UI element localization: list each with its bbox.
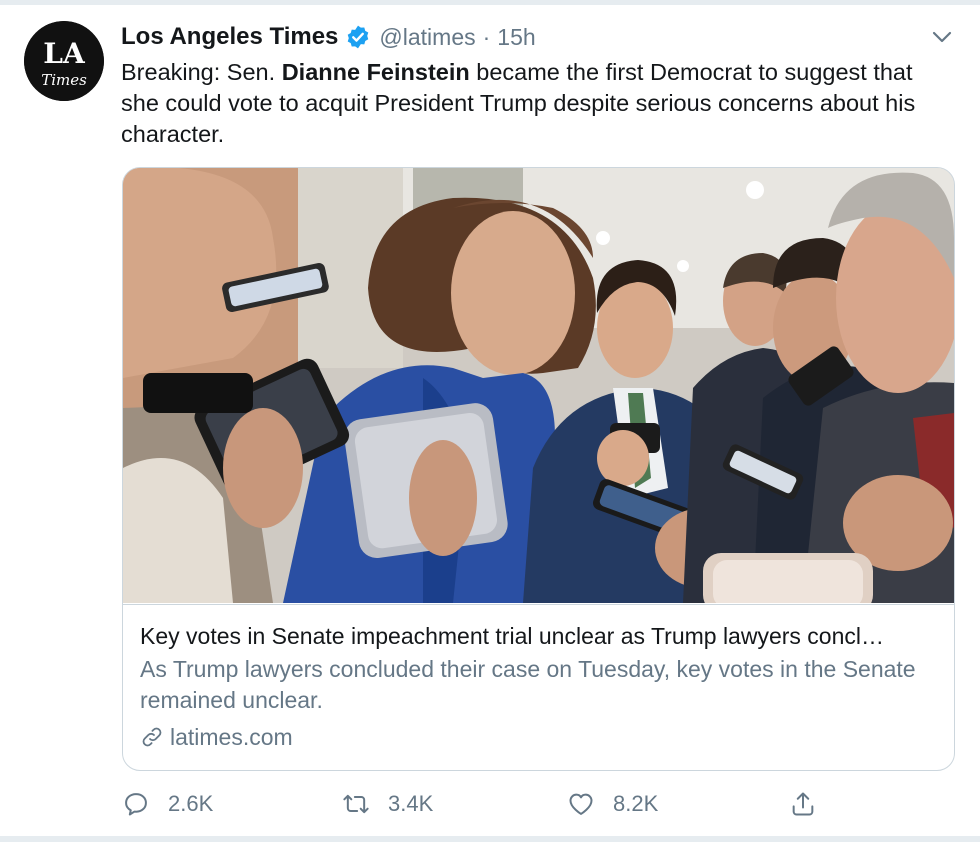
- share-button[interactable]: [789, 787, 835, 821]
- card-title[interactable]: Key votes in Senate impeachment trial un…: [140, 621, 940, 651]
- separator-dot: ·: [482, 23, 491, 50]
- chevron-down-icon[interactable]: [930, 27, 954, 47]
- svg-text:LA: LA: [43, 37, 86, 70]
- tweet-actions: 2.6K 3.4K 8.2K: [0, 787, 980, 821]
- card-image[interactable]: [123, 168, 954, 603]
- tweet-text: Breaking: Sen. Dianne Feinstein became t…: [121, 57, 941, 150]
- tweet-header: Los Angeles Times @latimes · 15h: [121, 21, 536, 53]
- la-times-logo: LA Times: [24, 21, 104, 101]
- tweet-text-prefix: Breaking: Sen.: [121, 59, 282, 85]
- reply-count: 2.6K: [168, 791, 214, 816]
- reply-icon: [122, 790, 150, 818]
- card-domain-text[interactable]: latimes.com: [170, 724, 293, 751]
- reply-button[interactable]: 2.6K: [122, 787, 213, 821]
- card-domain[interactable]: latimes.com: [140, 722, 293, 752]
- like-button[interactable]: 8.2K: [567, 787, 658, 821]
- heart-icon: [567, 790, 595, 818]
- link-icon: [140, 725, 164, 749]
- bottom-divider: [0, 836, 980, 842]
- card-body[interactable]: Key votes in Senate impeachment trial un…: [123, 604, 954, 770]
- retweet-button[interactable]: 3.4K: [342, 787, 433, 821]
- card-description: As Trump lawyers concluded their case on…: [140, 656, 916, 713]
- timestamp[interactable]: 15h: [497, 24, 535, 51]
- retweet-count: 3.4K: [388, 791, 434, 816]
- svg-text:Times: Times: [41, 71, 87, 89]
- verified-badge-icon: [345, 24, 371, 50]
- display-name[interactable]: Los Angeles Times: [121, 23, 338, 51]
- retweet-icon: [342, 790, 370, 818]
- share-icon: [789, 790, 817, 818]
- tweet-text-mention: Dianne Feinstein: [281, 59, 470, 85]
- link-card[interactable]: Key votes in Senate impeachment trial un…: [122, 167, 955, 771]
- like-count: 8.2K: [613, 791, 659, 816]
- avatar[interactable]: LA Times: [24, 21, 104, 101]
- handle[interactable]: @latimes: [379, 24, 475, 51]
- top-divider: [0, 0, 980, 5]
